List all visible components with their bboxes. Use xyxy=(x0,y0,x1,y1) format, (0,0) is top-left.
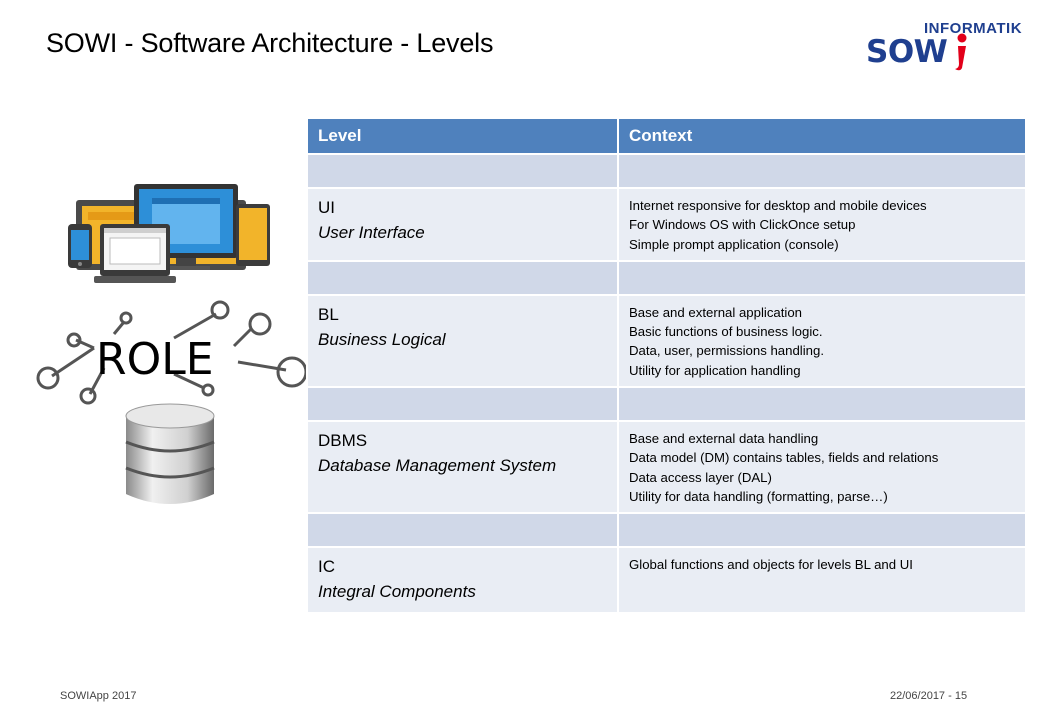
context-line: For Windows OS with ClickOnce setup xyxy=(629,217,856,233)
level-code: IC xyxy=(318,557,335,577)
header-level: Level xyxy=(308,119,619,154)
sowi-informatik-logo: INFORMATIK SOW xyxy=(864,18,1034,71)
role-text: ROLE xyxy=(96,334,214,385)
level-name: Integral Components xyxy=(318,582,476,602)
devices-icon xyxy=(68,184,270,283)
context-line: Global functions and objects for levels … xyxy=(629,557,913,573)
context-cell: Base and external application Basic func… xyxy=(618,293,1027,388)
header-context: Context xyxy=(618,119,1027,154)
table-row-bl: BL Business Logical Base and external ap… xyxy=(308,293,1027,388)
context-line: Utility for data handling (formatting, p… xyxy=(629,488,888,504)
level-cell: DBMS Database Management System xyxy=(308,420,619,514)
footer-app-name: SOWIApp 2017 xyxy=(60,690,137,702)
logo-i-icon xyxy=(955,33,967,71)
context-cell: Base and external data handling Data mod… xyxy=(618,420,1027,514)
table-row-dbms: DBMS Database Management System Base and… xyxy=(308,420,1027,514)
context-line: Data access layer (DAL) xyxy=(629,469,772,485)
context-line: Utility for application handling xyxy=(629,362,801,378)
context-line: Internet responsive for desktop and mobi… xyxy=(629,198,927,213)
context-line: Data model (DM) contains tables, fields … xyxy=(629,450,939,466)
table-row-ui: UI User Interface Internet responsive fo… xyxy=(308,187,1027,261)
level-code: DBMS xyxy=(318,431,368,451)
context-cell: Internet responsive for desktop and mobi… xyxy=(618,187,1027,261)
level-cell: UI User Interface xyxy=(308,187,619,261)
level-cell: BL Business Logical xyxy=(308,293,619,388)
spacer-row xyxy=(308,512,1027,548)
logo-wordmark: SOW xyxy=(866,34,948,70)
level-code: BL xyxy=(318,304,339,324)
context-line: Base and external data handling xyxy=(629,431,819,447)
level-cell: IC Integral Components xyxy=(308,546,619,613)
context-line: Basic functions of business logic. xyxy=(629,324,823,340)
context-line: Base and external application xyxy=(629,304,803,320)
level-name: Database Management System xyxy=(318,456,557,476)
role-network-icon: ROLE xyxy=(36,300,306,405)
level-code: UI xyxy=(318,198,335,217)
levels-table: Level Context UI User Interface Internet… xyxy=(308,119,1027,613)
spacer-row xyxy=(308,153,1027,188)
context-cell: Global functions and objects for levels … xyxy=(618,546,1027,613)
database-icon xyxy=(125,403,215,504)
table-header-row: Level Context xyxy=(308,119,1027,154)
table-row-ic: IC Integral Components Global functions … xyxy=(308,546,1027,613)
context-line: Simple prompt application (console) xyxy=(629,236,839,252)
level-name: User Interface xyxy=(318,223,425,242)
level-name: Business Logical xyxy=(318,329,446,349)
context-line: Data, user, permissions handling. xyxy=(629,343,824,359)
slide-title: SOWI - Software Architecture - Levels xyxy=(46,28,494,58)
footer-date-page: 22/06/2017 - 15 xyxy=(890,690,968,702)
spacer-row xyxy=(308,386,1027,422)
spacer-row xyxy=(308,259,1027,295)
